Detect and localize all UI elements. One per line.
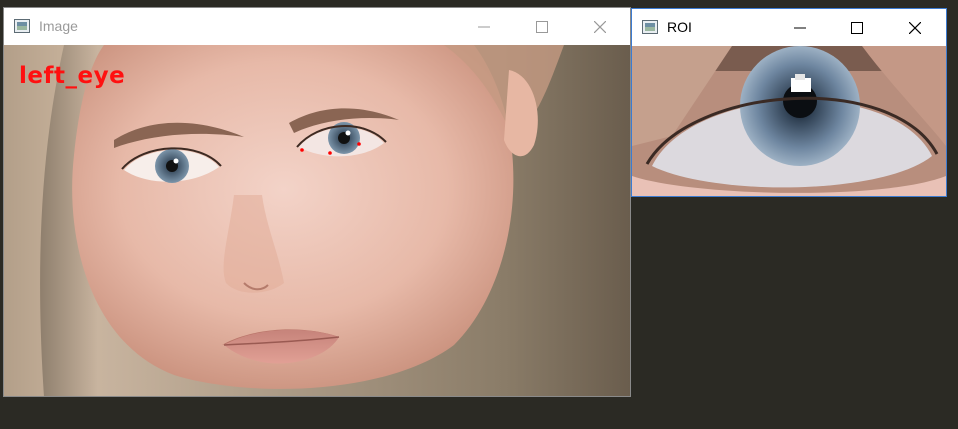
- minimize-icon: [794, 27, 806, 28]
- left-eye-label: left_eye: [19, 63, 126, 89]
- maximize-icon: [536, 20, 548, 33]
- close-button[interactable]: [577, 8, 623, 45]
- minimize-icon: [478, 26, 490, 27]
- app-icon: [642, 20, 658, 34]
- landmark-point: [328, 151, 332, 155]
- image-window-titlebar[interactable]: Image: [4, 8, 630, 45]
- minimize-button[interactable]: [461, 8, 507, 45]
- close-icon: [594, 20, 606, 33]
- maximize-icon: [851, 21, 863, 34]
- app-icon: [14, 19, 30, 33]
- face-photo: [4, 45, 630, 396]
- minimize-button[interactable]: [777, 9, 823, 46]
- maximize-button[interactable]: [519, 8, 565, 45]
- landmark-point: [357, 142, 361, 146]
- landmark-point: [300, 148, 304, 152]
- roi-window-title: ROI: [667, 19, 692, 35]
- roi-canvas: [632, 46, 946, 196]
- image-canvas: left_eye: [4, 45, 630, 396]
- close-button[interactable]: [892, 9, 938, 46]
- close-icon: [909, 21, 921, 34]
- maximize-button[interactable]: [834, 9, 880, 46]
- image-window-title: Image: [39, 18, 78, 34]
- eye-crop: [632, 46, 946, 196]
- roi-window-titlebar[interactable]: ROI: [632, 9, 946, 46]
- roi-window: ROI: [631, 8, 947, 197]
- image-window: Image left_eye: [3, 7, 631, 397]
